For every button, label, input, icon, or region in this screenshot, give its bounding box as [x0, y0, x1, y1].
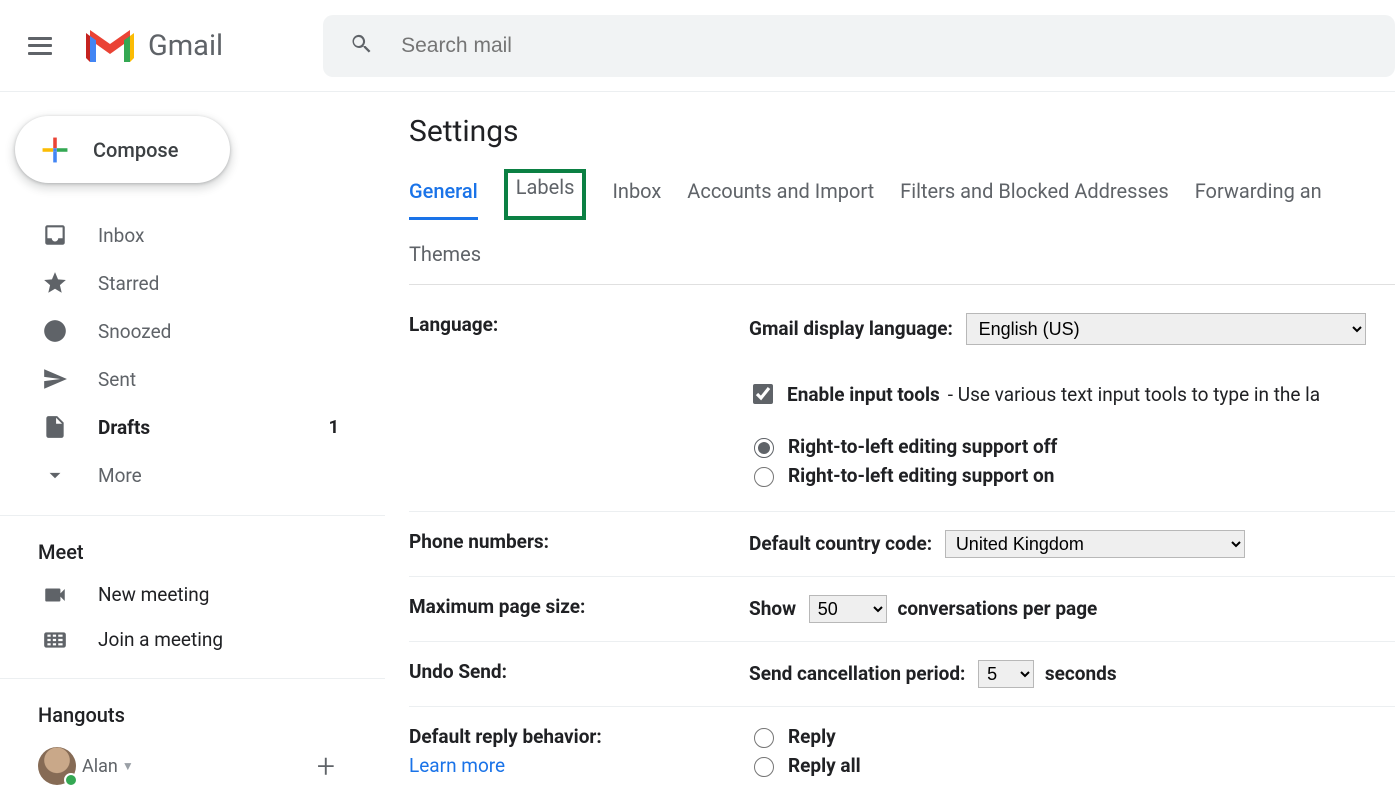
plus-icon [39, 134, 71, 166]
search-input[interactable] [399, 33, 799, 59]
sidebar-item-more[interactable]: More [0, 451, 385, 499]
reply-all-radio[interactable] [754, 757, 774, 777]
tab-forwarding[interactable]: Forwarding an [1195, 175, 1322, 220]
gmail-m-icon [86, 28, 134, 64]
tab-general[interactable]: General [409, 175, 478, 220]
avatar[interactable] [38, 747, 76, 785]
drafts-count: 1 [329, 417, 339, 438]
pagesize-label: Maximum page size: [409, 595, 749, 623]
sidebar-item-drafts[interactable]: Drafts 1 [0, 403, 385, 451]
rtl-on-label: Right-to-left editing support on [788, 464, 1054, 487]
setting-phone: Phone numbers: Default country code: Uni… [409, 512, 1395, 577]
pagesize-suffix: conversations per page [897, 597, 1097, 620]
tab-labels[interactable]: Labels [504, 169, 587, 220]
sidebar: Compose Inbox Starred Snoozed [0, 92, 385, 785]
rtl-off-label: Right-to-left editing support off [788, 435, 1057, 458]
sidebar-item-label: Starred [98, 272, 159, 295]
product-name: Gmail [148, 29, 223, 63]
reply-radio[interactable] [754, 728, 774, 748]
sidebar-item-label: Sent [98, 368, 136, 391]
gmail-logo[interactable]: Gmail [86, 28, 223, 64]
display-language-select[interactable]: English (US) [966, 313, 1366, 345]
rtl-on-radio[interactable] [754, 467, 774, 487]
caret-down-icon[interactable]: ▼ [122, 759, 134, 773]
nav-list: Inbox Starred Snoozed Sent [0, 211, 385, 499]
learn-more-link[interactable]: Learn more [409, 754, 505, 777]
tab-filters[interactable]: Filters and Blocked Addresses [900, 175, 1169, 220]
hangouts-row: Alan ▼ + [0, 735, 385, 785]
sidebar-item-starred[interactable]: Starred [0, 259, 385, 307]
tab-accounts[interactable]: Accounts and Import [687, 175, 874, 220]
sidebar-item-label: More [98, 464, 142, 487]
hangouts-add-button[interactable]: + [317, 747, 335, 785]
chevron-down-icon [42, 462, 68, 488]
video-icon [42, 582, 68, 608]
settings-tabs: General Labels Inbox Accounts and Import… [409, 175, 1395, 285]
compose-label: Compose [93, 138, 178, 162]
pagesize-prefix: Show [749, 597, 796, 620]
search-icon[interactable] [349, 32, 373, 60]
setting-language: Language: Gmail display language: Englis… [409, 285, 1395, 512]
meet-item-label: New meeting [98, 583, 209, 606]
meet-section-title: Meet [0, 516, 385, 572]
tab-themes[interactable]: Themes [409, 238, 481, 284]
pagesize-select[interactable]: 50 [809, 595, 887, 623]
search-bar[interactable] [323, 15, 1395, 77]
meet-item-label: Join a meeting [98, 628, 223, 651]
user-name[interactable]: Alan [82, 756, 118, 777]
enable-input-tools-label: Enable input tools [787, 383, 940, 406]
display-language-label: Gmail display language: [749, 317, 953, 340]
star-icon [42, 270, 68, 296]
undo-period-select[interactable]: 5 [978, 660, 1034, 688]
country-code-select[interactable]: United Kingdom [945, 530, 1245, 558]
sidebar-item-snoozed[interactable]: Snoozed [0, 307, 385, 355]
language-label: Language: [409, 313, 749, 493]
enable-input-tools-desc: - Use various text input tools to type i… [948, 383, 1320, 406]
setting-reply: Default reply behavior: Learn more Reply… [409, 707, 1395, 785]
app-header: Gmail [0, 0, 1395, 92]
clock-icon [42, 318, 68, 344]
menu-icon[interactable] [28, 37, 52, 55]
file-icon [42, 414, 68, 440]
undo-label: Undo Send: [409, 660, 749, 688]
sidebar-item-sent[interactable]: Sent [0, 355, 385, 403]
reply-label: Default reply behavior: Learn more [409, 725, 749, 783]
reply-option-label: Reply [788, 725, 836, 748]
inbox-icon [42, 222, 68, 248]
sidebar-item-label: Inbox [98, 224, 144, 247]
meet-join-meeting[interactable]: Join a meeting [0, 617, 385, 662]
main-content: Settings General Labels Inbox Accounts a… [385, 92, 1395, 785]
send-icon [42, 366, 68, 392]
setting-undo: Undo Send: Send cancellation period: 5 s… [409, 642, 1395, 707]
enable-input-tools-checkbox[interactable] [753, 384, 773, 404]
reply-all-option-label: Reply all [788, 754, 861, 777]
sidebar-item-label: Drafts [98, 416, 150, 439]
keyboard-icon [42, 627, 68, 653]
tab-inbox[interactable]: Inbox [612, 175, 661, 220]
rtl-off-radio[interactable] [754, 438, 774, 458]
page-title: Settings [409, 114, 1395, 149]
sidebar-item-inbox[interactable]: Inbox [0, 211, 385, 259]
compose-button[interactable]: Compose [15, 116, 230, 183]
sidebar-item-label: Snoozed [98, 320, 171, 343]
meet-new-meeting[interactable]: New meeting [0, 572, 385, 617]
country-code-label: Default country code: [749, 532, 932, 555]
setting-pagesize: Maximum page size: Show 50 conversations… [409, 577, 1395, 642]
undo-prefix: Send cancellation period: [749, 662, 965, 685]
presence-indicator [64, 773, 78, 785]
undo-suffix: seconds [1045, 662, 1117, 685]
hangouts-section-title: Hangouts [0, 679, 385, 735]
phone-label: Phone numbers: [409, 530, 749, 558]
